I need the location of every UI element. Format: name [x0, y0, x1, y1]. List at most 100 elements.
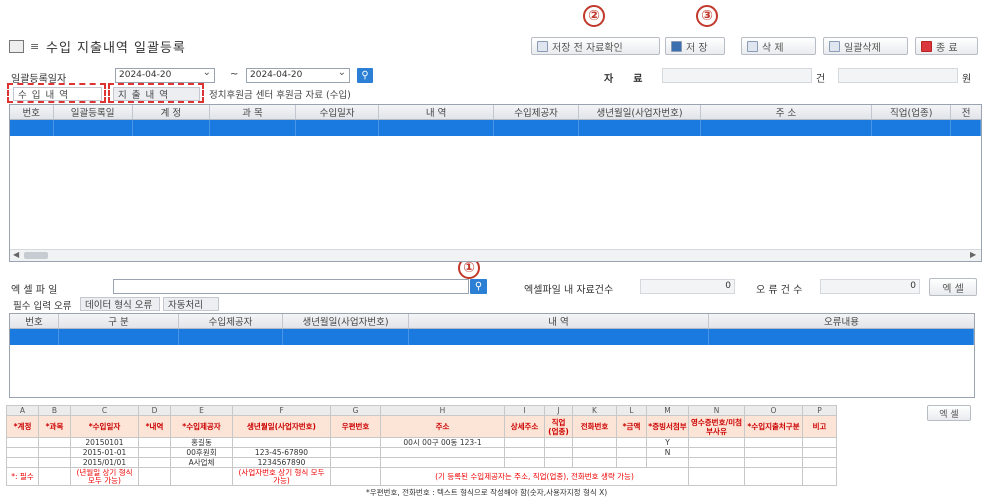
errors-value: 0 — [820, 279, 920, 294]
tab-format-error[interactable]: 데이터 형식 오류 — [80, 297, 160, 311]
col-details[interactable]: 내 역 — [379, 105, 495, 119]
col-subject[interactable]: 과 목 — [210, 105, 297, 119]
excel-cell: (사업자번호 상기 형식 모두 가능) — [232, 467, 331, 486]
error-grid-header: 번호 구 분 수입제공자 생년월일(사업자번호) 내 역 오류내용 — [10, 314, 974, 329]
excel-header-cell: 우편번호 — [330, 415, 381, 438]
page-title: 수입 지출내역 일괄등록 — [46, 41, 186, 56]
excel-note-row: *: 필수 (년월일 상기 형식 모두 가능) (사업자번호 상기 형식 모두 가능… — [6, 467, 837, 486]
check-before-save-button[interactable]: 저장 전 자료확인 — [531, 37, 660, 55]
scroll-right-icon[interactable]: ▶ — [970, 250, 976, 259]
date-to-input[interactable]: 2024-04-20 — [246, 68, 350, 83]
excel-cell — [744, 447, 803, 458]
table-row[interactable] — [10, 329, 974, 345]
excel-header-cell: 상세주소 — [504, 415, 545, 438]
col-income-date[interactable]: 수입일자 — [296, 105, 380, 119]
excel-cell — [6, 447, 39, 458]
search-icon: ⚲ — [361, 70, 369, 81]
excel-cell — [380, 447, 505, 458]
excel-cell — [330, 467, 381, 486]
excel-button[interactable]: 엑 셀 — [929, 278, 977, 296]
excel-cell — [38, 447, 71, 458]
excel-header-cell: *금액 — [616, 415, 647, 438]
excel-cell — [6, 457, 39, 468]
excel-cell: 00시 00구 00동 123-1 — [380, 437, 505, 448]
scroll-left-icon[interactable]: ◀ — [13, 250, 19, 259]
tab-auto-process[interactable]: 자동처리 — [163, 297, 219, 311]
tab-required-error[interactable]: 필수 입력 오류 — [13, 298, 71, 312]
col-category[interactable]: 구 분 — [59, 314, 179, 328]
excel-cell — [744, 437, 803, 448]
excel-cell — [544, 457, 573, 468]
col-birthdate[interactable]: 생년월일(사업자번호) — [579, 105, 701, 119]
excel-header-cell: *수입제공자 — [170, 415, 233, 438]
table-row[interactable] — [10, 120, 981, 136]
excel-col-letter: K — [572, 405, 617, 416]
search-icon: ⚲ — [474, 281, 483, 292]
excel-col-letter: J — [544, 405, 573, 416]
excel-header-cell: *수입지출처구분 — [744, 415, 803, 438]
close-button[interactable]: 종 료 — [915, 37, 978, 55]
col-number[interactable]: 번호 — [10, 314, 59, 328]
menu-icon: ≡ — [30, 40, 40, 53]
excel-col-letter: M — [646, 405, 689, 416]
excel-cell — [380, 457, 505, 468]
col-job[interactable]: 직업(업종) — [872, 105, 952, 119]
search-button[interactable]: ⚲ — [357, 68, 373, 83]
col-provider[interactable]: 수입제공자 — [179, 314, 283, 328]
excel-row: 20150101 홍길동 00시 00구 00동 123-1 Y — [6, 437, 837, 448]
horizontal-scrollbar[interactable]: ◀ ▶ — [10, 249, 981, 261]
excel-col-letter: P — [802, 405, 837, 416]
excel-footnote: *우편번호, 전화번호 : 텍스트 형식으로 작성해야 함(숫자,사용자지정 형… — [366, 488, 608, 497]
excel-cell: 20150101 — [70, 437, 139, 448]
excel-cell — [572, 437, 617, 448]
excel-cell — [572, 447, 617, 458]
won-unit: 원 — [962, 74, 972, 85]
col-provider[interactable]: 수입제공자 — [494, 105, 580, 119]
excel-cell — [330, 457, 381, 468]
save-button[interactable]: 저 장 — [665, 37, 725, 55]
excel-cell: 00후원회 — [170, 447, 233, 458]
col-address[interactable]: 주 소 — [701, 105, 873, 119]
excel-cell: 홍길동 — [170, 437, 233, 448]
col-error-content[interactable]: 오류내용 — [709, 314, 974, 328]
date-from-input[interactable]: 2024-04-20 — [115, 68, 215, 83]
excel-search-button[interactable]: ⚲ — [470, 279, 487, 294]
excel-header-cell: *내역 — [138, 415, 171, 438]
bulk-delete-button[interactable]: 일괄삭제 — [823, 37, 908, 55]
col-birthdate[interactable]: 생년월일(사업자번호) — [283, 314, 409, 328]
excel-cell — [616, 437, 647, 448]
scroll-thumb[interactable] — [24, 252, 48, 259]
excel-cell — [138, 457, 171, 468]
excel-col-letter: I — [504, 405, 545, 416]
excel-cell: (기 등록된 수입제공자는 주소, 직업(업종), 전화번호 생략 가능) — [380, 467, 689, 486]
excel-file-label: 엑 셀 파 일 — [11, 285, 58, 296]
col-bulk-date[interactable]: 일괄등록일 — [54, 105, 133, 119]
excel-preview-table: ABCDEFGHIJKLMNOP *계정 *과목 *수입일자 *내역 *수입제공자 생년월… — [6, 405, 837, 486]
col-number[interactable]: 번호 — [10, 105, 54, 119]
delete-button[interactable]: 삭 제 — [741, 37, 816, 55]
excel-col-letter: D — [138, 405, 171, 416]
excel-cell — [802, 447, 837, 458]
excel-cell — [38, 457, 71, 468]
excel-cell — [330, 437, 381, 448]
excel-header-cell: 비고 — [802, 415, 837, 438]
excel-file-input[interactable] — [113, 279, 469, 294]
data-field — [662, 68, 812, 83]
excel-cell — [138, 467, 171, 486]
excel-cell — [6, 437, 39, 448]
excel-cell: Y — [646, 437, 689, 448]
count-unit: 건 — [816, 74, 826, 85]
income-grid: 번호 일괄등록일 계 정 과 목 수입일자 내 역 수입제공자 생년월일(사업자… — [9, 104, 982, 262]
col-details[interactable]: 내 역 — [409, 314, 709, 328]
highlight-box-expense — [108, 83, 204, 103]
excel-side-button[interactable]: 엑 셀 — [927, 405, 971, 421]
excel-cell: 2015/01/01 — [70, 457, 139, 468]
tab-center-donation[interactable]: 정치후원금 센터 후원금 자료 (수입) — [205, 87, 427, 101]
excel-header-row: *계정 *과목 *수입일자 *내역 *수입제공자 생년월일(사업자번호) 우편번호 주소 상세주… — [6, 415, 837, 438]
col-account[interactable]: 계 정 — [133, 105, 210, 119]
excel-header-cell: 직업 (업종) — [544, 415, 573, 438]
excel-col-letter: E — [170, 405, 233, 416]
col-phone[interactable]: 전 — [951, 105, 981, 119]
excel-header-cell: 전화번호 — [572, 415, 617, 438]
excel-cell — [138, 447, 171, 458]
